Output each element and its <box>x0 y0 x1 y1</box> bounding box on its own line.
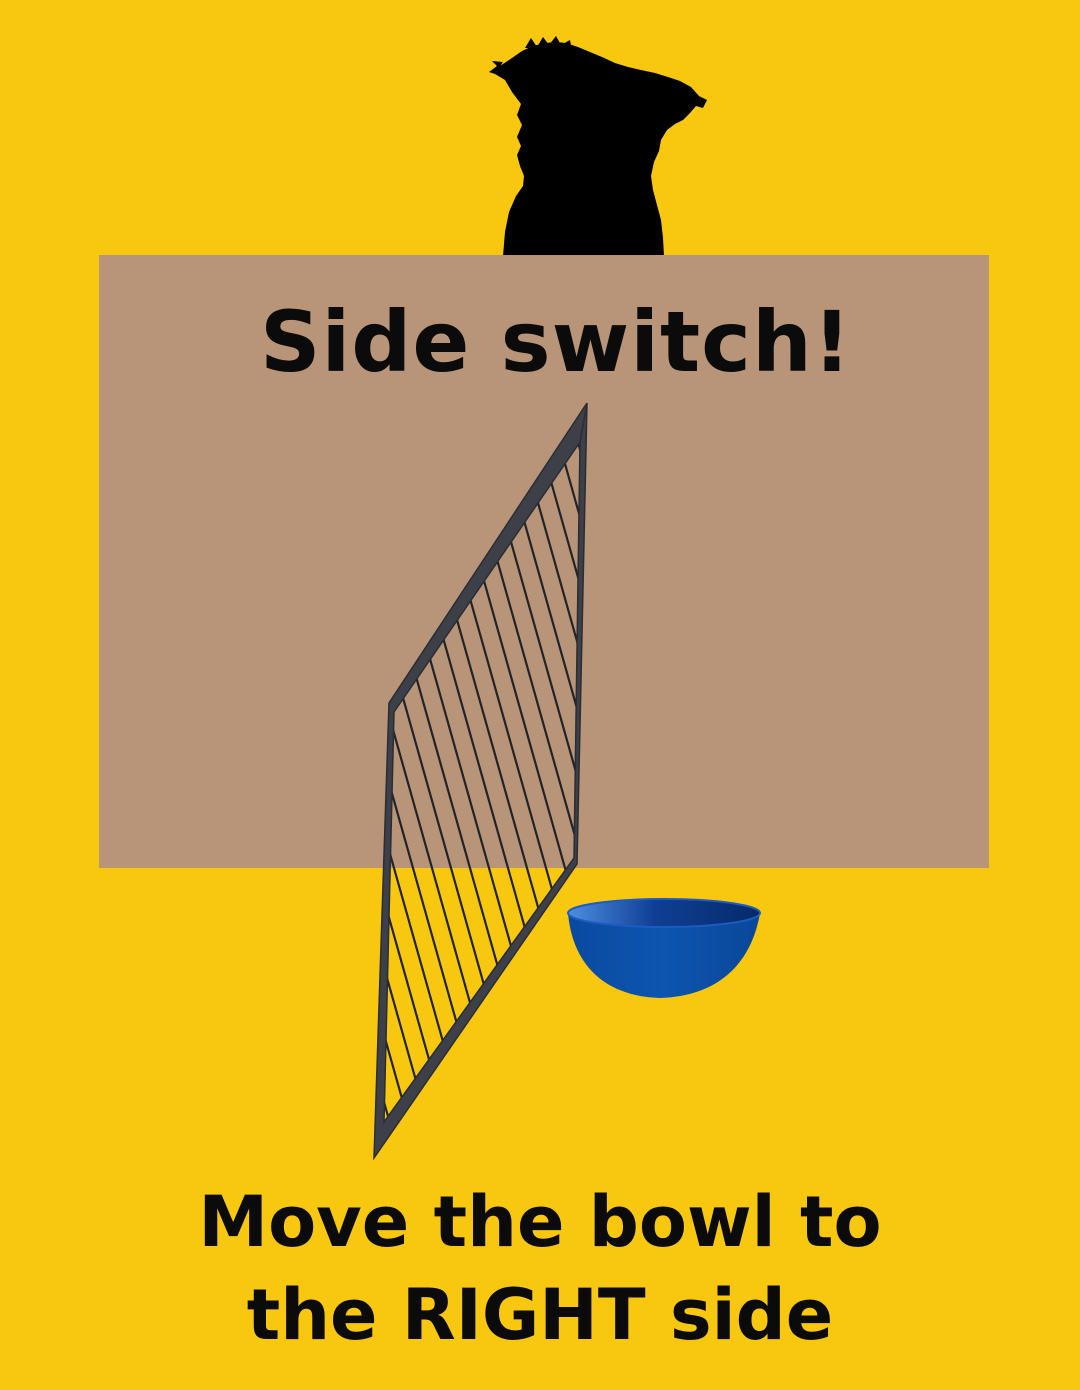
instruction-line-1: Move the bowl to <box>198 1181 882 1263</box>
instruction-text: Move the bowl to the RIGHT side <box>0 1176 1080 1362</box>
scene: Side switch! Move the bowl to the RIGHT … <box>0 0 1080 1390</box>
instruction-line-2: the RIGHT side <box>246 1274 834 1356</box>
